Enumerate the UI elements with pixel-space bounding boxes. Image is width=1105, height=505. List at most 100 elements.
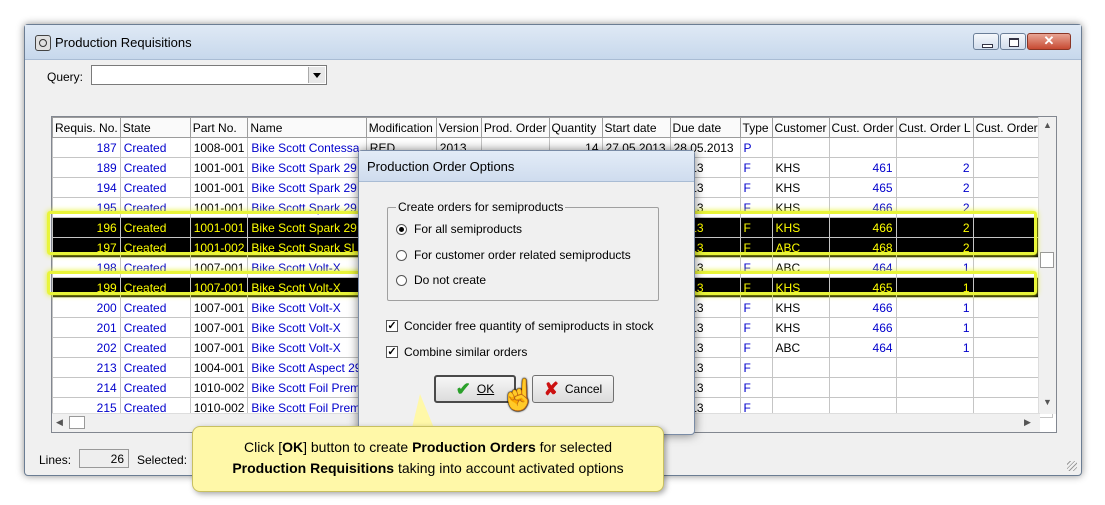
cell-co: 466 (828, 197, 897, 218)
cell-cust: KHS (771, 197, 830, 218)
cell-part: 1004-001 (189, 357, 249, 378)
column-header[interactable]: Customer (771, 117, 830, 138)
cell-no: 196 (52, 217, 121, 238)
callout-text: taking into account activated options (394, 460, 624, 476)
group-title: Create orders for semiproducts (396, 200, 566, 214)
cell-name: Bike Scott Spark 29 (247, 197, 367, 218)
cell-col: 1 (895, 277, 974, 298)
cell-type: F (739, 317, 773, 338)
column-header[interactable]: Type (739, 117, 773, 138)
cell-part: 1007-001 (189, 297, 249, 318)
column-header[interactable]: State (119, 117, 191, 138)
radio-customer-label: For customer order related semiproducts (414, 248, 631, 262)
combine-orders-label: Combine similar orders (404, 345, 528, 359)
cell-state: Created (119, 157, 191, 178)
chevron-down-icon[interactable] (308, 67, 325, 83)
column-header[interactable]: Modification (365, 117, 437, 138)
cell-part: 1007-001 (189, 317, 249, 338)
cell-no: 187 (52, 137, 121, 158)
instruction-callout: Click [OK] button to create Production O… (192, 426, 664, 492)
cell-no: 197 (52, 237, 121, 258)
cancel-x-icon: ✘ (543, 378, 559, 399)
cell-type: F (739, 177, 773, 198)
cell-type: F (739, 337, 773, 358)
cell-name: Bike Scott Contessa (247, 137, 367, 158)
cell-state: Created (119, 357, 191, 378)
cell-name: Bike Scott Volt-X (247, 257, 367, 278)
cell-name: Bike Scott Volt-X (247, 297, 367, 318)
column-header[interactable]: Quantity (548, 117, 603, 138)
cell-state: Created (119, 177, 191, 198)
maximize-button[interactable] (1000, 33, 1026, 50)
cell-col: 2 (895, 217, 974, 238)
horizontal-scroll-thumb[interactable] (69, 416, 85, 429)
column-header[interactable]: Prod. Order (480, 117, 550, 138)
radio-selected-icon (396, 223, 407, 235)
cell-no: 194 (52, 177, 121, 198)
combine-orders-checkbox[interactable]: ✓ Combine similar orders (386, 345, 527, 359)
cell-co: 461 (828, 157, 897, 178)
cell-part: 1007-001 (189, 337, 249, 358)
lines-label: Lines: (39, 453, 72, 467)
cell-cust: KHS (771, 157, 830, 178)
cell-cust: KHS (771, 277, 830, 298)
callout-text: Click [ (243, 439, 283, 455)
column-header[interactable]: Requis. No. (52, 117, 121, 138)
cell-type: F (739, 377, 773, 398)
cell-no: 202 (52, 337, 121, 358)
cell-cust: ABC (771, 237, 830, 258)
cell-no: 198 (52, 257, 121, 278)
cell-name: Bike Scott Spark 29 (247, 177, 367, 198)
cell-no: 201 (52, 317, 121, 338)
minimize-button[interactable] (973, 33, 999, 50)
radio-all-label: For all semiproducts (414, 222, 523, 236)
scroll-right-icon[interactable]: ▶ (1024, 417, 1031, 428)
vertical-scrollbar[interactable]: ▲ ▼ (1038, 117, 1056, 414)
semiproducts-group: Create orders for semiproducts For all s… (387, 200, 659, 301)
scroll-left-icon[interactable]: ◀ (56, 417, 63, 428)
cell-name: Bike Scott Volt-X (247, 337, 367, 358)
cell-cust: KHS (771, 297, 830, 318)
cell-part: 1001-001 (189, 157, 249, 178)
cell-state: Created (119, 317, 191, 338)
cell-cust (771, 137, 830, 158)
column-header[interactable]: Cust. Order (828, 117, 897, 138)
cancel-button[interactable]: ✘ Cancel (532, 375, 614, 403)
cell-co (828, 377, 897, 398)
cell-name: Bike Scott Spark 29 (247, 217, 367, 238)
cell-state: Created (119, 237, 191, 258)
column-header[interactable]: Part No. (189, 117, 249, 138)
cell-col (895, 137, 974, 158)
title-bar[interactable]: Production Requisitions ✕ (25, 25, 1081, 60)
query-combobox[interactable] (91, 65, 327, 85)
vertical-scroll-thumb[interactable] (1040, 252, 1054, 268)
cell-co: 464 (828, 257, 897, 278)
cell-state: Created (119, 137, 191, 158)
free-quantity-checkbox[interactable]: ✓ Concider free quantity of semiproducts… (386, 319, 653, 333)
cell-no: 213 (52, 357, 121, 378)
scroll-down-icon[interactable]: ▼ (1043, 397, 1052, 407)
close-icon: ✕ (1043, 33, 1055, 48)
dialog-title-bar[interactable]: Production Order Options (359, 151, 694, 182)
resize-grip-icon[interactable] (1067, 461, 1077, 471)
column-header[interactable]: Start date (601, 117, 671, 138)
close-button[interactable]: ✕ (1027, 33, 1071, 50)
scroll-up-icon[interactable]: ▲ (1043, 120, 1052, 130)
column-header[interactable]: Name (247, 117, 367, 138)
cell-no: 214 (52, 377, 121, 398)
column-header[interactable]: Due date (669, 117, 741, 138)
radio-all-semiproducts[interactable]: For all semiproducts (396, 222, 522, 236)
cell-col (895, 357, 974, 378)
radio-do-not-create[interactable]: Do not create (396, 273, 486, 287)
checkmark-icon: ✓ (386, 320, 398, 332)
cell-type: F (739, 237, 773, 258)
window-title: Production Requisitions (55, 35, 192, 50)
radio-customer-semiproducts[interactable]: For customer order related semiproducts (396, 248, 631, 262)
check-icon: ✔ (455, 378, 471, 399)
cell-col: 2 (895, 197, 974, 218)
cell-col: 1 (895, 297, 974, 318)
column-header[interactable]: Version (435, 117, 482, 138)
cell-state: Created (119, 197, 191, 218)
cell-cust (771, 377, 830, 398)
column-header[interactable]: Cust. Order L (895, 117, 974, 138)
